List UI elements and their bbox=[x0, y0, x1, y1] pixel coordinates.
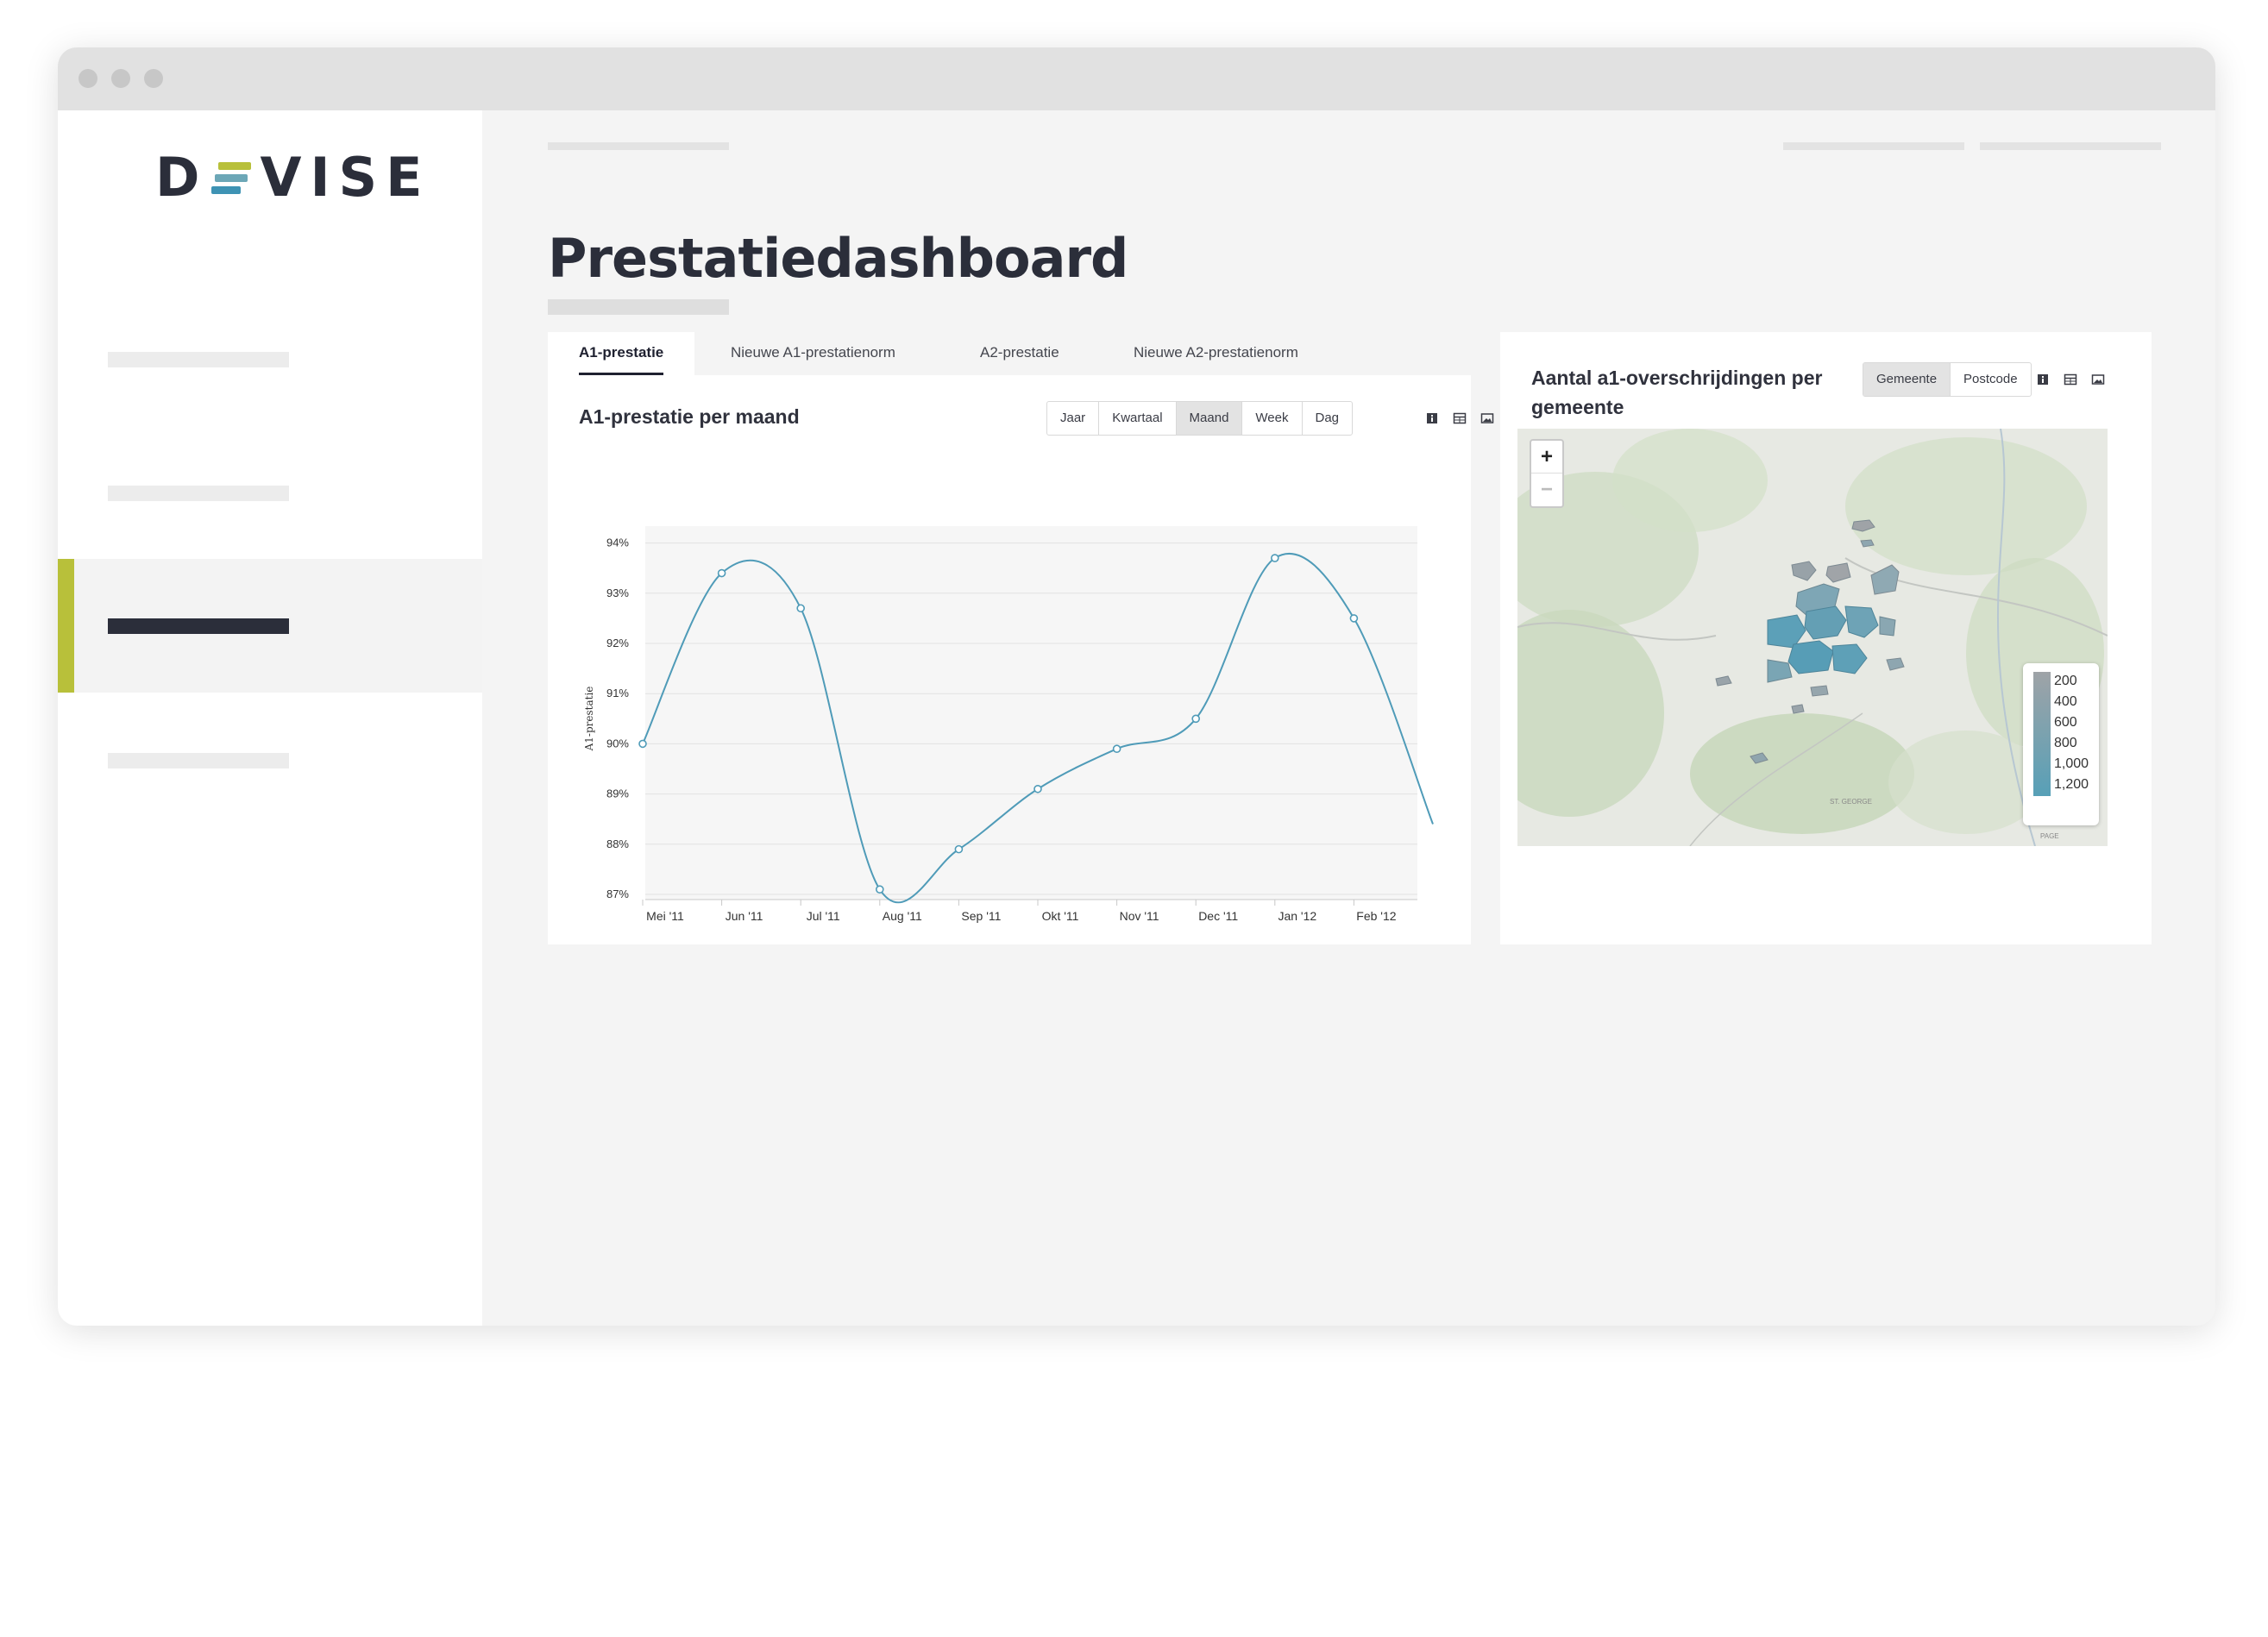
y-tick-label: 93% bbox=[606, 586, 629, 599]
y-axis: 87% 88% 89% 90% 91% 92% 93% 94% bbox=[606, 536, 629, 900]
y-tick-label: 91% bbox=[606, 687, 629, 699]
map-mode-selector: Gemeente Postcode bbox=[1863, 362, 2032, 397]
sidebar-nav-item[interactable] bbox=[108, 753, 289, 768]
logo-text-start: D bbox=[155, 146, 209, 209]
y-tick-label: 87% bbox=[606, 887, 629, 900]
legend-label: 1,000 bbox=[2054, 756, 2089, 771]
sidebar-nav-item-active[interactable] bbox=[58, 559, 482, 693]
data-point[interactable] bbox=[717, 568, 726, 578]
mode-gemeente-button[interactable]: Gemeente bbox=[1863, 363, 1951, 396]
logo-stripe bbox=[218, 162, 252, 170]
window-dot bbox=[111, 69, 130, 88]
active-indicator bbox=[58, 559, 74, 693]
browser-window: D VISE Prestatiedashboard A1-prestatie N… bbox=[58, 47, 2215, 1326]
sidebar: D VISE bbox=[58, 110, 482, 1326]
data-point[interactable] bbox=[1033, 784, 1042, 793]
logo-stripe bbox=[211, 186, 242, 194]
data-point[interactable] bbox=[1349, 614, 1359, 623]
logo-e-mark bbox=[211, 160, 252, 196]
a1-chart-card: A1-prestatie Nieuwe A1-prestatienorm A2-… bbox=[548, 332, 1494, 944]
logo-stripe bbox=[215, 174, 248, 182]
x-tick-label: Jul '11 bbox=[807, 909, 840, 923]
sidebar-nav-item[interactable] bbox=[108, 352, 289, 367]
legend-label: 800 bbox=[2054, 736, 2077, 750]
subtitle-placeholder bbox=[548, 299, 729, 315]
legend-label: 200 bbox=[2054, 674, 2077, 688]
map-place-label: ST. GEORGE bbox=[1830, 798, 1872, 806]
zoom-control: + − bbox=[1530, 439, 1564, 508]
x-tick-label: Nov '11 bbox=[1120, 909, 1159, 923]
x-tick-label: Dec '11 bbox=[1198, 909, 1238, 923]
header-link-placeholder[interactable] bbox=[1783, 142, 1964, 150]
plot-background bbox=[645, 526, 1417, 900]
x-axis: Mei '11 Jun '11 Jul '11 Aug '11 Sep '11 Okt '… bbox=[642, 899, 1417, 923]
line-chart: 87% 88% 89% 90% 91% 92% 93% 94% Mei '11 Jun '11 J… bbox=[583, 526, 1434, 923]
data-point[interactable] bbox=[638, 739, 647, 749]
page-title: Prestatiedashboard bbox=[548, 227, 1128, 290]
map-legend: 200 400 600 800 1,000 1,200 bbox=[2023, 663, 2099, 825]
municipality-regions bbox=[1715, 519, 1905, 764]
data-point[interactable] bbox=[954, 844, 964, 854]
zoom-in-button[interactable]: + bbox=[1531, 441, 1562, 473]
map-title: Aantal a1-overschrijdingen per gemeente bbox=[1531, 367, 1823, 418]
image-icon[interactable] bbox=[2091, 373, 2105, 386]
data-point[interactable] bbox=[1112, 744, 1121, 754]
legend-label: 400 bbox=[2054, 694, 2077, 709]
y-tick-label: 90% bbox=[606, 737, 629, 750]
data-point[interactable] bbox=[1270, 554, 1279, 562]
breadcrumb-placeholder bbox=[548, 142, 729, 150]
active-nav-label bbox=[108, 618, 289, 634]
header-link-placeholder[interactable] bbox=[1980, 142, 2161, 150]
map-card: Aantal a1-overschrijdingen per gemeente … bbox=[1500, 332, 2152, 944]
legend-gradient bbox=[2033, 672, 2051, 796]
y-axis-label: A1-prestatie bbox=[583, 687, 595, 752]
y-tick-label: 88% bbox=[606, 837, 629, 850]
window-dot bbox=[144, 69, 163, 88]
mode-postcode-button[interactable]: Postcode bbox=[1951, 363, 2031, 396]
legend-label: 1,200 bbox=[2054, 777, 2089, 792]
y-tick-label: 89% bbox=[606, 787, 629, 800]
zoom-out-button[interactable]: − bbox=[1531, 473, 1562, 505]
window-dot bbox=[79, 69, 97, 88]
image-icon[interactable] bbox=[1480, 411, 1494, 425]
map-place-label: PAGE bbox=[2040, 832, 2059, 840]
legend-label: 600 bbox=[2054, 715, 2077, 730]
y-tick-label: 92% bbox=[606, 637, 629, 649]
x-tick-label: Aug '11 bbox=[883, 909, 922, 923]
x-tick-label: Jun '11 bbox=[726, 909, 763, 923]
x-tick-label: Sep '11 bbox=[961, 909, 1001, 923]
logo-text-end: VISE bbox=[260, 146, 431, 209]
x-tick-label: Jan '12 bbox=[1278, 909, 1316, 923]
title-bar bbox=[58, 47, 2215, 110]
choropleth-map[interactable]: + − ST. GEORGE PAGE 200 400 600 800 1,00… bbox=[1517, 429, 2108, 846]
x-tick-label: Okt '11 bbox=[1042, 909, 1079, 923]
data-point[interactable] bbox=[796, 604, 806, 613]
y-tick-label: 94% bbox=[606, 536, 629, 549]
sidebar-nav-item[interactable] bbox=[108, 486, 289, 501]
data-point[interactable] bbox=[1191, 714, 1201, 724]
table-icon[interactable] bbox=[2064, 373, 2077, 386]
info-icon[interactable] bbox=[2036, 373, 2050, 386]
data-point[interactable] bbox=[875, 885, 884, 894]
x-tick-label: Feb '12 bbox=[1356, 909, 1396, 923]
devise-logo[interactable]: D VISE bbox=[155, 146, 431, 209]
x-tick-label: Mei '11 bbox=[646, 909, 684, 923]
